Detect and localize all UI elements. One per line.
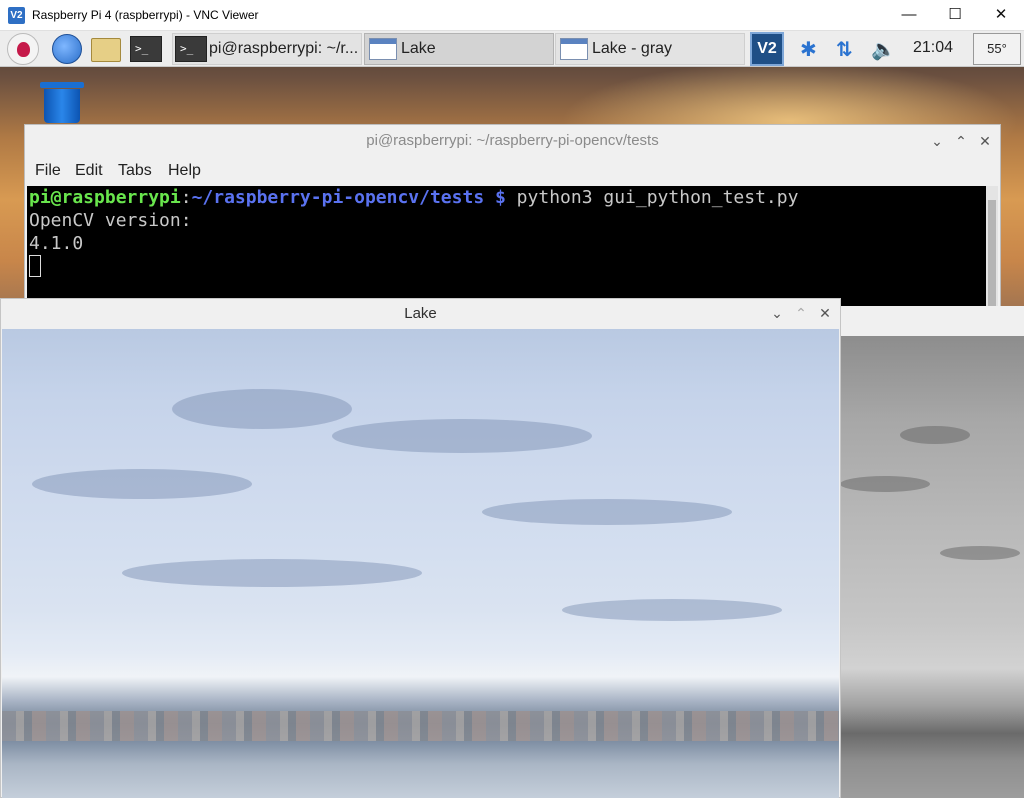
terminal-icon: >_ bbox=[175, 36, 207, 62]
task-terminal[interactable]: >_ pi@raspberrypi: ~/r... bbox=[172, 33, 362, 65]
task-lake[interactable]: Lake bbox=[364, 33, 554, 65]
window-icon bbox=[560, 38, 588, 60]
prompt-colon: : bbox=[180, 187, 192, 208]
maximize-button[interactable]: ☐ bbox=[932, 0, 978, 31]
cpu-temperature[interactable]: 55° bbox=[973, 33, 1021, 65]
cloud bbox=[32, 469, 252, 499]
chevron-down-icon[interactable]: ⌄ bbox=[769, 305, 785, 322]
task-label: Lake bbox=[401, 40, 436, 57]
output-line: OpenCV version: bbox=[29, 210, 192, 231]
task-lake-gray[interactable]: Lake - gray bbox=[555, 33, 745, 65]
vnc-server-icon[interactable]: V2 bbox=[750, 32, 784, 66]
menu-help[interactable]: Help bbox=[168, 162, 201, 180]
raspberry-menu-icon[interactable] bbox=[7, 33, 39, 65]
command-text: python3 gui_python_test.py bbox=[505, 187, 799, 208]
city-skyline bbox=[2, 711, 839, 741]
window-icon bbox=[369, 38, 397, 60]
chevron-up-icon[interactable]: ⌃ bbox=[793, 305, 809, 322]
lake-image bbox=[2, 329, 839, 798]
lake-water bbox=[2, 741, 839, 798]
vnc-window-title: Raspberry Pi 4 (raspberrypi) - VNC Viewe… bbox=[32, 8, 259, 22]
text-cursor bbox=[29, 255, 41, 277]
task-label: pi@raspberrypi: ~/r... bbox=[209, 40, 359, 57]
cloud bbox=[482, 499, 732, 525]
cloud bbox=[562, 599, 782, 621]
vnc-title-bar: V2 Raspberry Pi 4 (raspberrypi) - VNC Vi… bbox=[0, 0, 1024, 31]
scrollbar[interactable] bbox=[986, 186, 998, 323]
cloud bbox=[172, 389, 352, 429]
lake-window-title: Lake bbox=[404, 305, 437, 322]
lake-gray-window[interactable] bbox=[838, 306, 1024, 798]
prompt-path: ~/raspberry-pi-opencv/tests $ bbox=[191, 187, 506, 208]
menu-file[interactable]: File bbox=[35, 162, 61, 180]
cloud bbox=[840, 476, 930, 492]
task-label: Lake - gray bbox=[592, 40, 673, 57]
trash-bin bbox=[44, 89, 80, 123]
close-icon[interactable]: ✕ bbox=[817, 305, 833, 322]
minimize-button[interactable]: — bbox=[886, 0, 932, 31]
vnc-app-icon: V2 bbox=[8, 7, 25, 24]
lake-window[interactable]: Lake ⌄ ⌃ ✕ bbox=[0, 298, 841, 798]
terminal-menubar: File Edit Tabs Help bbox=[25, 157, 1000, 185]
trash-icon[interactable] bbox=[40, 82, 84, 126]
chevron-down-icon[interactable]: ⌄ bbox=[929, 133, 945, 150]
file-manager-icon[interactable] bbox=[91, 38, 121, 62]
chevron-up-icon[interactable]: ⌃ bbox=[953, 133, 969, 150]
grayscale-image bbox=[840, 336, 1024, 798]
trash-lid bbox=[40, 82, 84, 88]
terminal-title: pi@raspberrypi: ~/raspberry-pi-opencv/te… bbox=[366, 132, 659, 149]
cloud bbox=[940, 546, 1020, 560]
web-browser-icon[interactable] bbox=[52, 34, 82, 64]
prompt-user: pi@raspberrypi bbox=[29, 187, 181, 208]
close-button[interactable]: ✕ bbox=[978, 0, 1024, 31]
cloud bbox=[122, 559, 422, 587]
cloud bbox=[900, 426, 970, 444]
output-line: 4.1.0 bbox=[29, 233, 84, 254]
menu-tabs[interactable]: Tabs bbox=[118, 162, 152, 180]
bluetooth-icon[interactable]: ✱ bbox=[800, 37, 817, 62]
close-icon[interactable]: ✕ bbox=[977, 133, 993, 150]
cloud bbox=[332, 419, 592, 453]
network-icon[interactable]: ⇅ bbox=[836, 37, 853, 62]
taskbar: >_ >_ pi@raspberrypi: ~/r... Lake Lake -… bbox=[0, 31, 1024, 67]
clock[interactable]: 21:04 bbox=[913, 39, 953, 57]
terminal-launcher-icon[interactable]: >_ bbox=[130, 36, 162, 62]
terminal-window: pi@raspberrypi: ~/raspberry-pi-opencv/te… bbox=[24, 124, 1001, 324]
scrollbar-thumb[interactable] bbox=[988, 200, 996, 322]
menu-edit[interactable]: Edit bbox=[75, 162, 103, 180]
volume-icon[interactable]: 🔈 bbox=[871, 37, 896, 62]
